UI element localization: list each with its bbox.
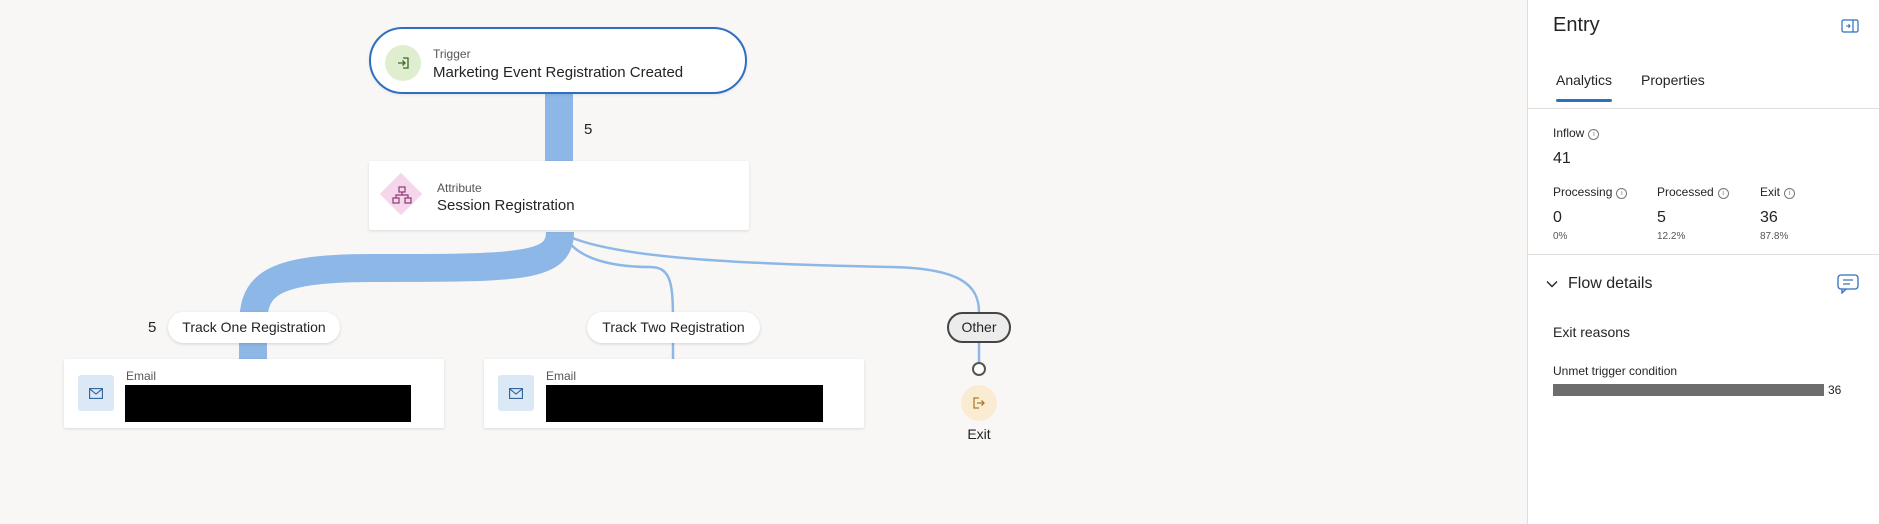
exit-reason-bar — [1553, 384, 1824, 396]
email-kind-label: Email — [546, 369, 577, 383]
info-icon[interactable]: i — [1784, 188, 1796, 199]
panel-title: Entry — [1553, 14, 1600, 36]
branch-other[interactable]: Other — [947, 312, 1011, 343]
info-icon[interactable]: i — [1616, 188, 1628, 199]
details-panel: Entry Analytics Properties Inflow i 41 Pr… — [1527, 0, 1879, 524]
processed-label: Processed i — [1657, 185, 1729, 199]
info-icon[interactable]: i — [1717, 188, 1729, 199]
flow-details-title[interactable]: Flow details — [1568, 275, 1652, 293]
trigger-title: Marketing Event Registration Created — [433, 64, 684, 81]
processing-pct: 0% — [1553, 231, 1568, 242]
inflow-value: 41 — [1553, 150, 1571, 167]
inflow-label: Inflow i — [1553, 126, 1600, 140]
mail-icon — [78, 375, 114, 411]
trigger-node[interactable]: Trigger Marketing Event Registration Cre… — [369, 27, 747, 94]
exit-metric-value: 36 — [1760, 209, 1778, 226]
metrics-divider — [1528, 254, 1879, 255]
exit-reason-value: 36 — [1828, 383, 1842, 397]
flow-paths — [239, 94, 981, 362]
branch-one-count: 5 — [148, 319, 157, 336]
tabs-divider — [1528, 108, 1879, 109]
exit-reasons-title: Exit reasons — [1553, 324, 1631, 340]
exit-label: Exit — [967, 426, 991, 442]
exit-metric-pct: 87.8% — [1760, 231, 1789, 242]
exit-connector-ring — [972, 362, 986, 376]
chat-icon[interactable] — [1837, 274, 1859, 294]
tab-properties[interactable]: Properties — [1641, 72, 1705, 88]
trigger-flow-count: 5 — [584, 121, 593, 138]
branch-track-two[interactable]: Track Two Registration — [587, 312, 760, 343]
attribute-title: Session Registration — [437, 197, 575, 214]
mail-icon — [498, 375, 534, 411]
processed-pct: 12.2% — [1657, 231, 1686, 242]
email-node-one[interactable]: Email — [64, 359, 444, 428]
processing-value: 0 — [1553, 209, 1562, 226]
redacted-email-name — [546, 385, 823, 422]
exit-metric-label: Exit i — [1760, 185, 1796, 199]
exit-reason-label: Unmet trigger condition — [1553, 364, 1678, 378]
redacted-email-name — [125, 385, 411, 422]
enter-icon — [385, 45, 421, 81]
journey-canvas[interactable]: Trigger Marketing Event Registration Cre… — [0, 0, 1527, 524]
chevron-down-icon[interactable] — [1545, 277, 1559, 291]
hierarchy-icon — [392, 186, 412, 204]
email-node-two[interactable]: Email — [484, 359, 864, 428]
info-icon[interactable]: i — [1588, 129, 1600, 140]
attribute-node[interactable]: Attribute Session Registration — [369, 161, 749, 230]
collapse-panel-icon[interactable] — [1841, 18, 1859, 34]
exit-icon[interactable] — [961, 385, 997, 421]
processed-value: 5 — [1657, 209, 1666, 226]
attribute-kind-label: Attribute — [437, 181, 482, 195]
branch-track-one[interactable]: Track One Registration — [168, 312, 340, 343]
trigger-kind-label: Trigger — [433, 47, 471, 61]
processing-label: Processing i — [1553, 185, 1628, 199]
tab-analytics[interactable]: Analytics — [1556, 72, 1613, 102]
email-kind-label: Email — [126, 369, 157, 383]
